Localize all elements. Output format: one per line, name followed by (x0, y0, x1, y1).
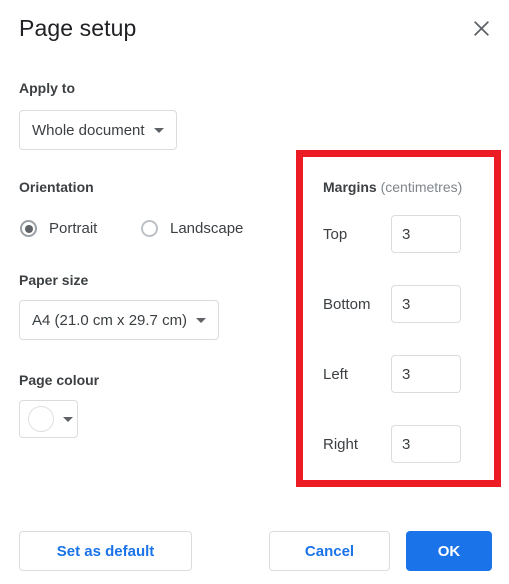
margin-bottom-input[interactable] (391, 285, 461, 323)
paper-size-value: A4 (21.0 cm x 29.7 cm) (32, 311, 188, 329)
paper-size-label: Paper size (19, 272, 89, 288)
page-colour-label: Page colour (19, 372, 100, 388)
apply-to-dropdown[interactable]: Whole document (19, 110, 177, 150)
apply-to-value: Whole document (32, 121, 145, 139)
margin-left-input[interactable] (391, 355, 461, 393)
orientation-label: Orientation (19, 179, 94, 195)
set-as-default-button[interactable]: Set as default (19, 531, 192, 571)
margin-bottom-label: Bottom (323, 296, 371, 313)
radio-landscape[interactable]: Landscape (141, 220, 243, 237)
page-setup-dialog: Page setup Apply to Whole document Orien… (0, 0, 509, 584)
page-title: Page setup (19, 15, 137, 41)
margin-right-label: Right (323, 436, 359, 453)
margin-left-label: Left (323, 366, 349, 383)
radio-portrait-label: Portrait (49, 220, 98, 237)
paper-size-dropdown[interactable]: A4 (21.0 cm x 29.7 cm) (19, 300, 220, 340)
radio-landscape-indicator (141, 220, 158, 237)
margin-right-input[interactable] (391, 425, 461, 463)
page-colour-swatch (28, 406, 54, 432)
close-button[interactable] (465, 12, 497, 44)
apply-to-label: Apply to (19, 80, 75, 96)
chevron-down-icon (153, 127, 164, 133)
margins-unit: (centimetres) (380, 179, 463, 195)
margin-top-input[interactable] (391, 215, 461, 253)
margin-top-label: Top (323, 226, 348, 243)
cancel-button[interactable]: Cancel (269, 531, 390, 571)
margins-title: Margins (323, 179, 377, 195)
ok-button[interactable]: OK (406, 531, 492, 571)
chevron-down-icon (196, 317, 207, 323)
close-icon (473, 20, 489, 36)
margins-heading: Margins (centimetres) (323, 178, 462, 196)
page-colour-picker-button[interactable] (19, 400, 78, 438)
radio-portrait[interactable]: Portrait (20, 220, 97, 237)
chevron-down-icon (63, 416, 73, 422)
radio-portrait-indicator (20, 220, 37, 237)
radio-landscape-label: Landscape (170, 220, 244, 237)
